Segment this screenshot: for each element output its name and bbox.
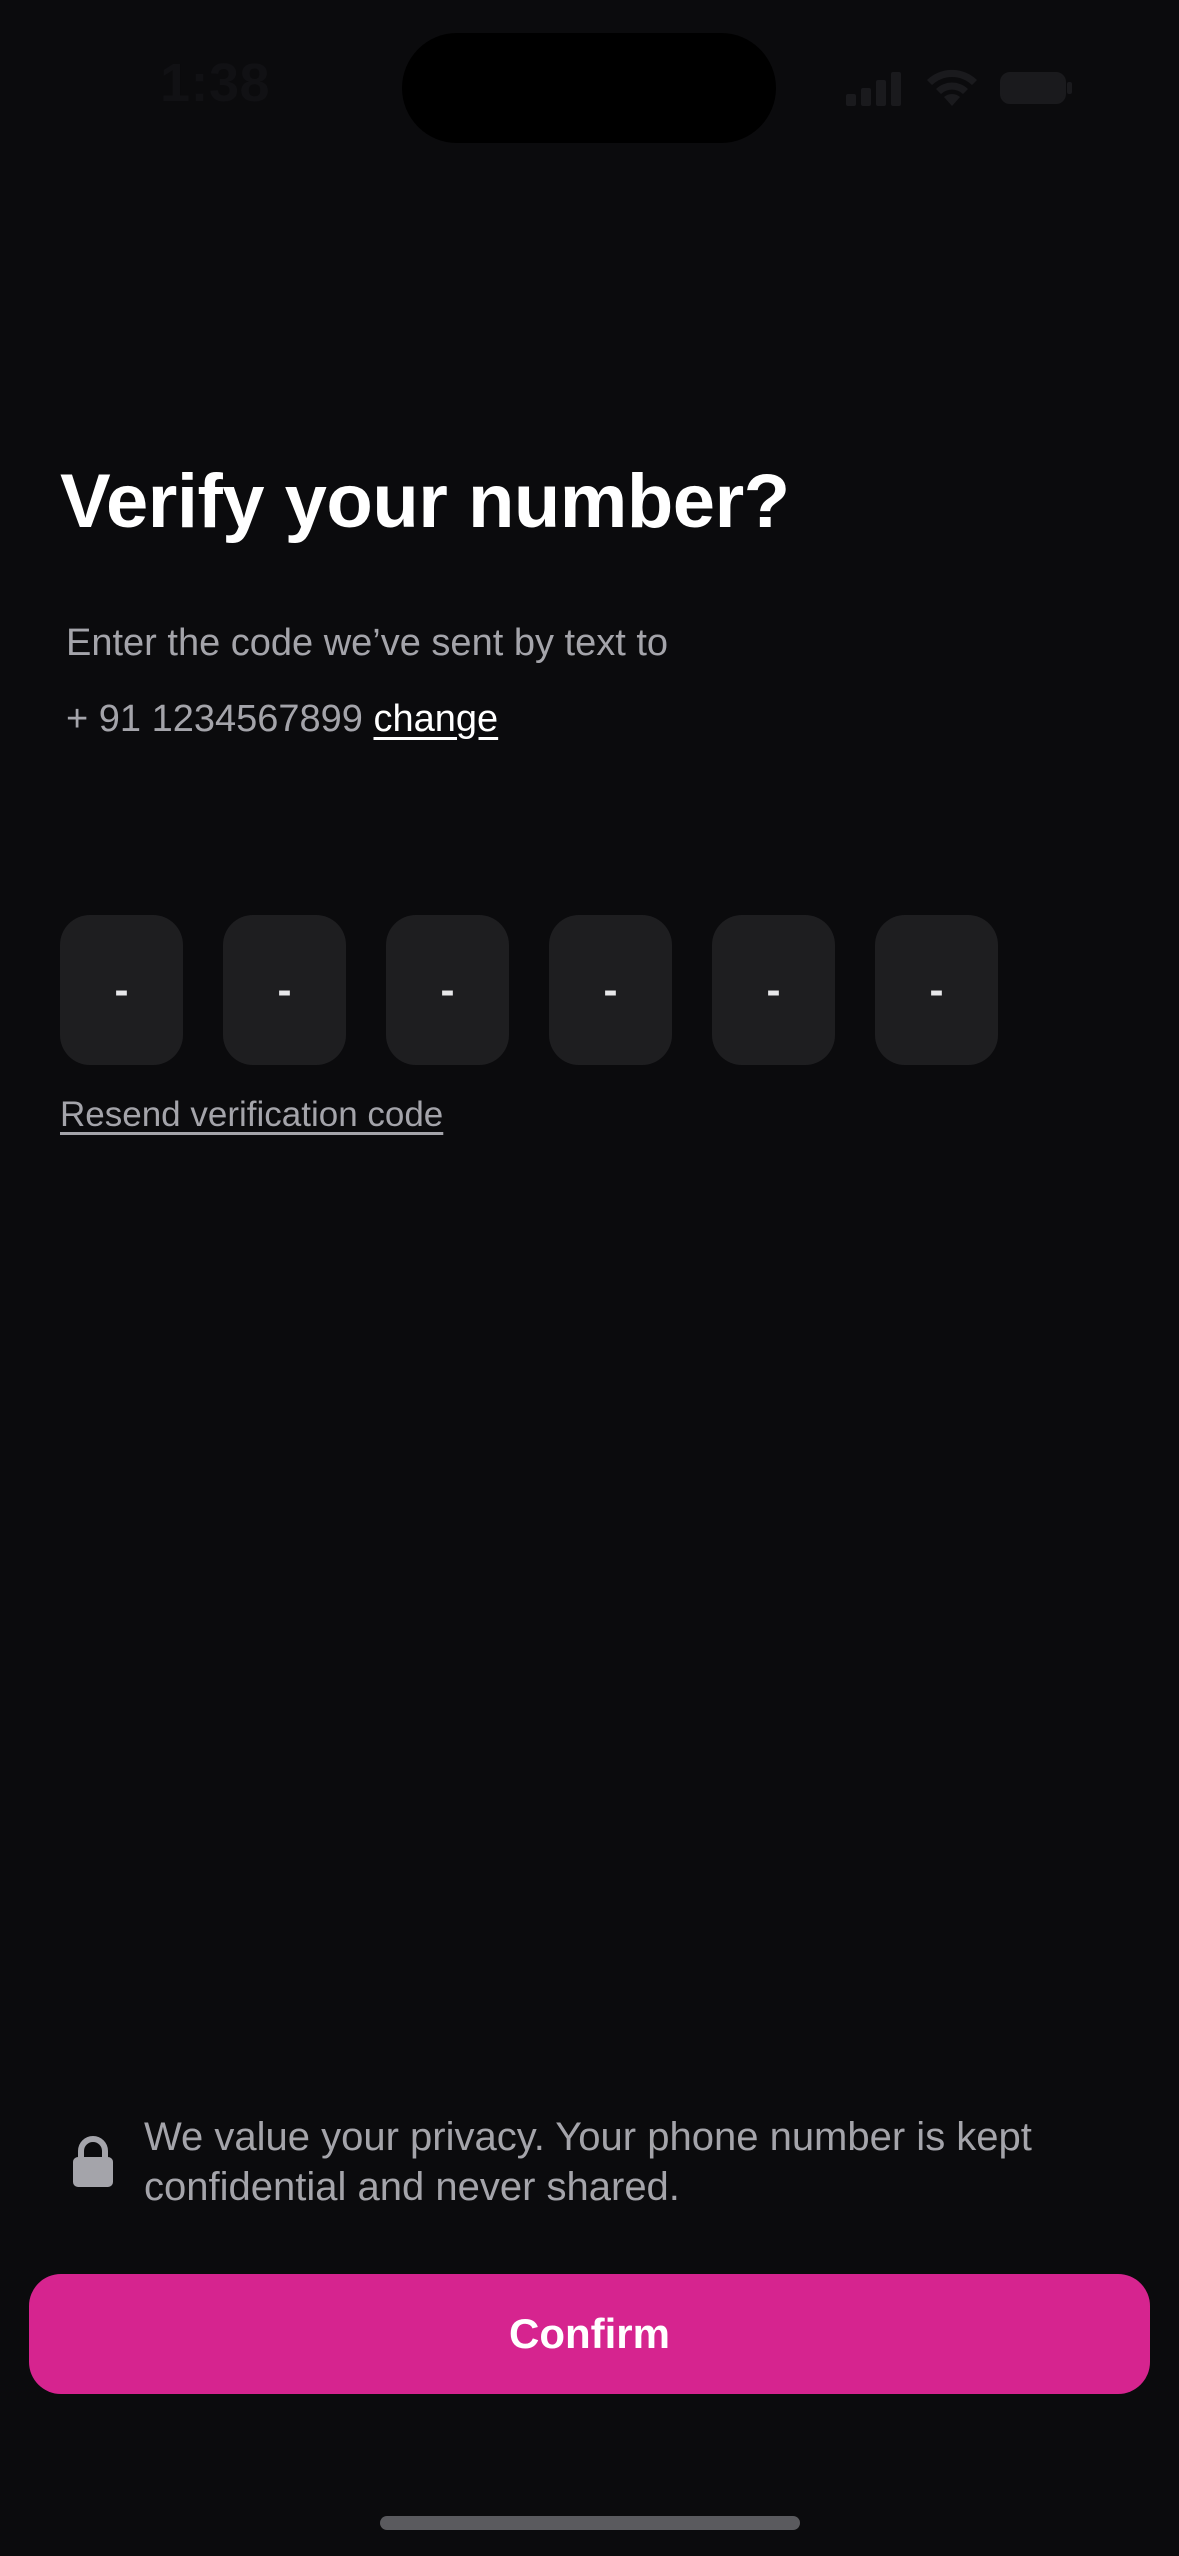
page-title: Verify your number? [60, 459, 790, 544]
otp-digit-1[interactable]: - [60, 915, 183, 1065]
status-bar: 1:38 [0, 0, 1179, 170]
home-indicator [380, 2516, 800, 2530]
privacy-note: We value your privacy. Your phone number… [144, 2115, 1032, 2209]
battery-icon [1000, 72, 1074, 104]
signal-icon [846, 70, 902, 106]
otp-input-row: - - - - - - [60, 915, 1038, 1065]
otp-digit-5[interactable]: - [712, 915, 835, 1065]
phone-number: + 91 1234567899 [66, 698, 363, 740]
change-number-link[interactable]: change [373, 698, 498, 740]
otp-digit-2[interactable]: - [223, 915, 346, 1065]
lock-icon [70, 2136, 116, 2188]
confirm-button[interactable]: Confirm [29, 2274, 1150, 2394]
wifi-icon [922, 64, 982, 108]
otp-digit-3[interactable]: - [386, 915, 509, 1065]
resend-code-link[interactable]: Resend verification code [60, 1095, 443, 1135]
subtitle: Enter the code we’ve sent by text to [66, 622, 669, 664]
phone-line: + 91 1234567899 change [66, 698, 498, 741]
otp-digit-6[interactable]: - [875, 915, 998, 1065]
dynamic-island [402, 33, 776, 143]
otp-digit-4[interactable]: - [549, 915, 672, 1065]
status-time: 1:38 [160, 53, 271, 113]
